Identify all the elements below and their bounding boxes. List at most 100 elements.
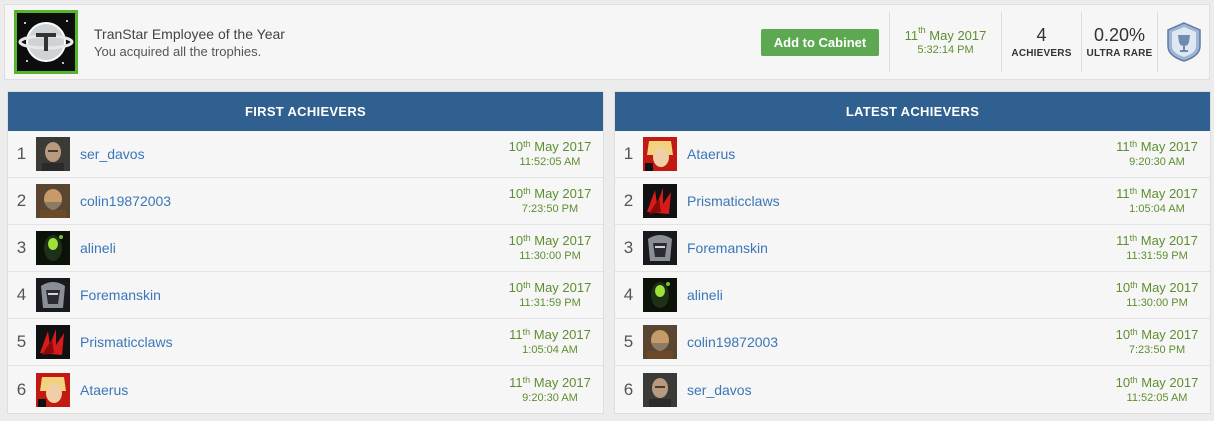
date-month-year: May 2017 — [530, 233, 592, 248]
date-month-year: May 2017 — [1137, 280, 1199, 295]
username-link[interactable]: Ataerus — [80, 382, 504, 398]
trophy-title: TranStar Employee of the Year — [94, 25, 285, 42]
username-link[interactable]: ser_davos — [687, 382, 1111, 398]
achieved-date: 10th May 2017 11:31:59 PM — [504, 280, 596, 310]
achieved-date: 11th May 2017 1:05:04 AM — [1111, 186, 1203, 216]
date-suffix: th — [522, 374, 531, 385]
trophy-image — [14, 10, 78, 74]
achievers-label: ACHIEVERS — [1011, 48, 1072, 59]
achieved-date: 11th May 2017 1:05:04 AM — [504, 327, 596, 357]
grade-stat — [1157, 12, 1209, 72]
username-link[interactable]: Prismaticclaws — [687, 193, 1111, 209]
latest-achiever-row: 2 Prismaticclaws 11th May 2017 1:05:04 AM — [615, 178, 1210, 225]
date-suffix: th — [522, 327, 531, 337]
transtar-logo-icon — [17, 13, 75, 71]
avatar[interactable] — [36, 278, 70, 312]
rank: 3 — [16, 238, 27, 257]
username-link[interactable]: Foremanskin — [687, 240, 1111, 256]
add-to-cabinet-button[interactable]: Add to Cabinet — [761, 28, 879, 56]
date-day: 10 — [1115, 280, 1131, 295]
username-link[interactable]: ser_davos — [80, 146, 504, 162]
rank: 4 — [623, 285, 634, 304]
date-time: 11:30:00 PM — [519, 250, 581, 262]
username-link[interactable]: alineli — [687, 287, 1111, 303]
avatar[interactable] — [36, 372, 70, 407]
date-day: 11 — [1116, 139, 1130, 154]
avatar[interactable] — [643, 278, 677, 312]
avatar[interactable] — [643, 325, 677, 359]
date-month-year: May 2017 — [1137, 186, 1198, 201]
rank: 5 — [623, 332, 634, 351]
achieved-date: 10th May 2017 11:52:05 AM — [504, 139, 596, 169]
date-day: 10 — [1115, 374, 1131, 390]
date-month-year: May 2017 — [530, 139, 592, 154]
first-achiever-row: 4 Foremanskin 10th May 2017 11:31:59 PM — [8, 272, 603, 319]
date-suffix: th — [1129, 139, 1138, 149]
date-month-year: May 2017 — [530, 186, 592, 201]
date-suffix: th — [1130, 280, 1138, 290]
date-month-year: May 2017 — [1137, 327, 1199, 342]
rank: 6 — [623, 379, 634, 399]
date-month-year: May 2017 — [1137, 139, 1198, 154]
date-time: 11:30:00 PM — [1126, 297, 1188, 309]
earned-day: 11 — [904, 28, 919, 43]
date-suffix: th — [1130, 374, 1138, 385]
avatar[interactable] — [36, 184, 70, 218]
date-time: 1:05:04 AM — [1129, 203, 1185, 215]
achieved-date: 11th May 2017 11:31:59 PM — [1111, 233, 1203, 263]
username-link[interactable]: colin19872003 — [687, 334, 1111, 350]
latest-achievers-heading: LATEST ACHIEVERS — [615, 92, 1210, 131]
date-day: 10 — [508, 139, 524, 154]
date-suffix: th — [523, 233, 531, 243]
rank: 1 — [623, 144, 634, 163]
avatar[interactable] — [643, 231, 677, 265]
rank: 1 — [16, 144, 27, 163]
username-link[interactable]: colin19872003 — [80, 193, 504, 209]
date-day: 11 — [1116, 186, 1130, 201]
date-day: 11 — [1116, 233, 1130, 248]
date-time: 7:23:50 PM — [1128, 344, 1186, 356]
achieved-date: 10th May 2017 7:23:50 PM — [1111, 327, 1203, 357]
date-suffix: th — [523, 186, 531, 196]
rank: 2 — [623, 191, 634, 210]
first-achiever-row: 6 Ataerus 11th May 2017 9:20:30 AM — [8, 366, 603, 413]
date-time: 1:05:04 AM — [522, 344, 578, 356]
username-link[interactable]: alineli — [80, 240, 504, 256]
avatar[interactable] — [36, 231, 70, 265]
rarity-label: ULTRA RARE — [1086, 48, 1153, 59]
avatar[interactable] — [643, 137, 677, 171]
first-achiever-row: 3 alineli 10th May 2017 11:30:00 PM — [8, 225, 603, 272]
date-time: 11:31:59 PM — [519, 297, 581, 309]
date-month-year: May 2017 — [1137, 233, 1198, 248]
username-link[interactable]: Ataerus — [687, 146, 1111, 162]
username-link[interactable]: Foremanskin — [80, 287, 504, 303]
avatar[interactable] — [36, 137, 70, 171]
date-time: 11:52:05 AM — [1126, 391, 1188, 404]
latest-achiever-row: 6 ser_davos 10th May 2017 11:52:05 AM — [615, 366, 1210, 413]
latest-achievers-panel: LATEST ACHIEVERS 1 Ataerus 11th May 2017 9:… — [614, 91, 1211, 414]
date-day: 10 — [508, 233, 524, 248]
date-suffix: th — [523, 280, 531, 290]
earned-month-year: May 2017 — [925, 28, 987, 43]
rank: 2 — [16, 191, 27, 210]
achieved-date: 10th May 2017 11:30:00 PM — [504, 233, 596, 263]
username-link[interactable]: Prismaticclaws — [80, 334, 504, 350]
date-month-year: May 2017 — [530, 280, 592, 295]
rarity-stat: 0.20% ULTRA RARE — [1081, 12, 1157, 72]
latest-achiever-row: 1 Ataerus 11th May 2017 9:20:30 AM — [615, 131, 1210, 178]
avatar[interactable] — [36, 325, 70, 359]
achieved-date: 10th May 2017 11:52:05 AM — [1111, 375, 1203, 405]
date-month-year: May 2017 — [530, 327, 591, 342]
first-achiever-row: 2 colin19872003 10th May 2017 7:23:50 PM — [8, 178, 603, 225]
avatar[interactable] — [643, 184, 677, 218]
date-month-year: May 2017 — [1137, 374, 1199, 390]
achieved-date: 11th May 2017 9:20:30 AM — [504, 375, 596, 405]
first-achiever-row: 1 ser_davos 10th May 2017 11:52:05 AM — [8, 131, 603, 178]
rank: 3 — [623, 238, 634, 257]
achieved-date: 11th May 2017 9:20:30 AM — [1111, 139, 1203, 169]
achievers-count: 4 — [1036, 25, 1047, 45]
earned-time: 5:32:14 PM — [917, 44, 974, 56]
avatar[interactable] — [643, 372, 677, 407]
first-achiever-row: 5 Prismaticclaws 11th May 2017 1:05:04 AM — [8, 319, 603, 366]
latest-achiever-row: 5 colin19872003 10th May 2017 7:23:50 PM — [615, 319, 1210, 366]
